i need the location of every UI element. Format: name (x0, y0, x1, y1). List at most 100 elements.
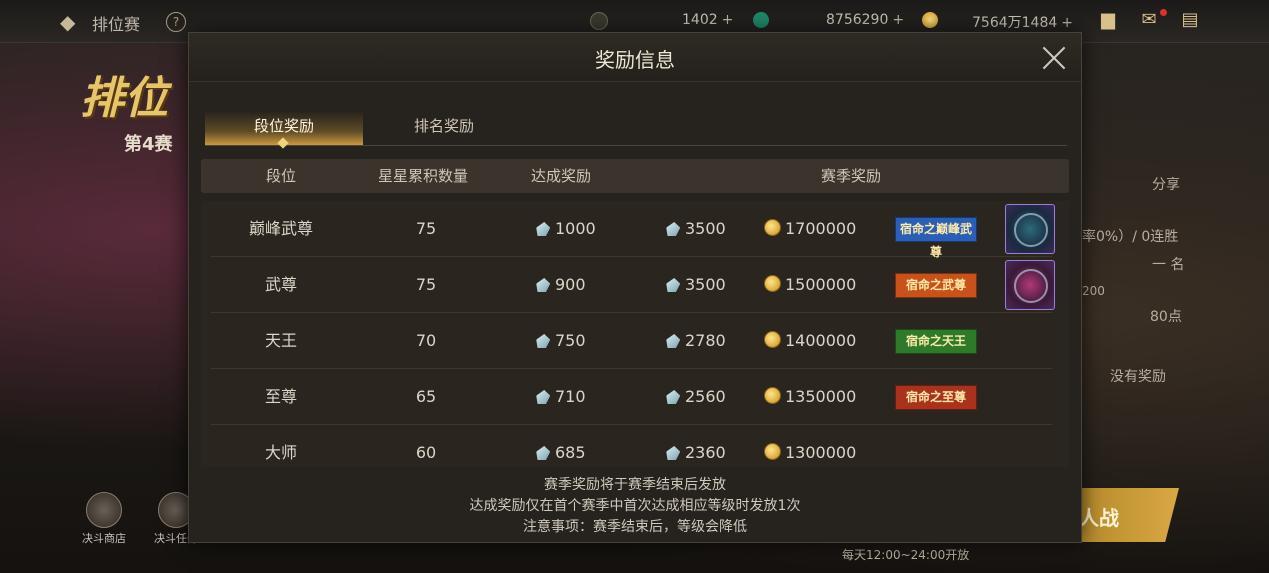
score-text: 80点 (1150, 309, 1182, 325)
season-gem-amount: 3500 (685, 219, 726, 238)
column-rank: 段位 (265, 167, 296, 185)
column-season-reward: 赛季奖励 (820, 167, 881, 185)
table-row: 至尊 65 710 2560 1350000 宿命之至尊 (211, 369, 1052, 425)
gold-coin-icon (764, 443, 781, 460)
chest-icon[interactable]: ▆ (1096, 9, 1120, 31)
season-gold-amount: 1300000 (785, 443, 857, 462)
table-row: 大师 60 685 2360 1300000 (211, 425, 1052, 467)
rank-name: 天王 (264, 331, 297, 350)
achieve-reward: 750 (536, 313, 626, 368)
gem-icon (535, 222, 551, 236)
season-gold-amount: 1400000 (785, 331, 857, 350)
close-icon[interactable] (1039, 43, 1069, 73)
season-gold-reward: 1400000 (764, 313, 874, 368)
season-label: 第4赛 (124, 134, 173, 155)
page-title[interactable]: 排位赛 (92, 11, 140, 35)
star-count: 75 (415, 219, 437, 238)
season-gold-amount: 1700000 (785, 219, 857, 238)
title-badge[interactable]: 宿命之武尊 (895, 273, 977, 298)
gem-icon (665, 334, 681, 348)
tab-ranking-reward-label: 排名奖励 (413, 117, 474, 135)
rank-name: 巅峰武尊 (248, 219, 313, 238)
season-gem-amount: 2360 (685, 443, 726, 462)
rank-name: 大师 (264, 443, 297, 462)
title-badge[interactable]: 宿命之巅峰武尊 (895, 217, 977, 259)
tab-rank-reward-label: 段位奖励 (253, 117, 314, 135)
season-gold-reward: 1300000 (764, 425, 874, 467)
note-line: 注意事项：赛季结束后，等级会降低 (523, 519, 747, 535)
table-row: 巅峰武尊 75 1000 3500 1700000 宿命之巅峰武尊 (211, 201, 1055, 259)
season-gold-reward: 1700000 (764, 201, 874, 256)
gold-coin-icon (764, 387, 781, 404)
gem-icon (665, 278, 681, 292)
title-badge[interactable]: 宿命之至尊 (895, 385, 977, 410)
shop-icon (86, 492, 122, 528)
rank-name: 武尊 (264, 275, 297, 294)
points-text: 200 (1082, 284, 1105, 298)
gold-coin-icon (764, 219, 781, 236)
achieve-reward: 685 (536, 425, 626, 467)
gold-count: 7564万1484 + (972, 15, 1073, 31)
jade-icon (753, 12, 769, 28)
achieve-reward: 710 (536, 369, 626, 424)
note-line: 达成奖励仅在首个赛季中首次达成相应等级时发放1次 (469, 498, 801, 514)
banner-title: 排位 (80, 73, 168, 124)
gem-count: 1402 + (682, 12, 734, 28)
season-gem-reward: 3500 (666, 201, 746, 256)
tab-rank-reward[interactable]: 段位奖励 (205, 111, 363, 149)
duel-shop-button[interactable]: 决斗商店 (76, 492, 132, 546)
season-gem-reward: 2560 (666, 369, 746, 424)
achieve-amount: 1000 (555, 219, 596, 238)
achieve-amount: 685 (555, 443, 586, 462)
achieve-amount: 900 (555, 275, 586, 294)
win-rate-text: 率0%）/ 0连胜 (1082, 229, 1179, 245)
table-row: 天王 70 750 2780 1400000 宿命之天王 (211, 313, 1052, 369)
back-arrow-icon[interactable]: ◆ (60, 10, 75, 34)
gem-icon (665, 446, 681, 460)
table-row: 武尊 75 900 3500 1500000 宿命之武尊 (211, 257, 1055, 313)
reward-table[interactable]: 巅峰武尊 75 1000 3500 1700000 宿命之巅峰武尊武尊 75 900 3500 1… (201, 201, 1069, 467)
add-gem-icon[interactable]: + (722, 12, 734, 28)
gold-coin-icon (764, 275, 781, 292)
note-line: 赛季奖励将于赛季结束后发放 (544, 477, 726, 493)
rank-name: 至尊 (264, 387, 297, 406)
reward-info-dialog: 奖励信息 段位奖励 排名奖励 段位 星星累积数量 达成奖励 赛季奖励 巅峰武尊 7… (188, 32, 1082, 543)
add-jade-icon[interactable]: + (892, 12, 904, 28)
column-stars: 星星累积数量 (377, 167, 468, 185)
column-achieve-reward: 达成奖励 (530, 167, 591, 185)
gem-icon (535, 334, 551, 348)
gold-coin-icon (922, 12, 938, 28)
dialog-header: 奖励信息 (189, 33, 1081, 82)
title-badge[interactable]: 宿命之天王 (895, 329, 977, 354)
add-gold-icon[interactable]: + (1061, 15, 1073, 31)
season-gold-reward: 1350000 (764, 369, 874, 424)
duel-shop-label: 决斗商店 (82, 532, 126, 545)
achieve-amount: 750 (555, 331, 586, 350)
gem-icon (535, 278, 551, 292)
tab-bar: 段位奖励 排名奖励 (205, 111, 1067, 149)
chat-icon[interactable]: ▤ (1178, 9, 1202, 31)
avatar-frame-icon[interactable] (1005, 260, 1055, 310)
help-icon[interactable]: ? (166, 12, 186, 32)
season-gold-reward: 1500000 (764, 257, 874, 312)
rank-text: 一 名 (1152, 257, 1185, 273)
gem-icon (665, 222, 681, 236)
dialog-title: 奖励信息 (595, 48, 675, 72)
jade-count: 8756290 + (826, 12, 905, 28)
mail-icon[interactable]: ✉ (1137, 9, 1161, 31)
star-count: 70 (415, 331, 437, 350)
achieve-reward: 900 (536, 257, 626, 312)
active-tab-indicator-icon (277, 137, 289, 149)
gold-coin-icon (764, 331, 781, 348)
season-gem-amount: 2780 (685, 331, 726, 350)
avatar-frame-icon[interactable] (1005, 204, 1055, 254)
tab-ranking-reward[interactable]: 排名奖励 (365, 111, 523, 145)
star-count: 65 (415, 387, 437, 406)
season-gem-reward: 2780 (666, 313, 746, 368)
battle-button-label: 人战 (1079, 506, 1119, 530)
season-gem-reward: 3500 (666, 257, 746, 312)
gem-icon (590, 12, 608, 30)
star-count: 60 (415, 443, 437, 462)
share-button[interactable]: 分享 (1152, 174, 1180, 194)
open-time-text: 每天12:00~24:00开放 (842, 548, 970, 562)
